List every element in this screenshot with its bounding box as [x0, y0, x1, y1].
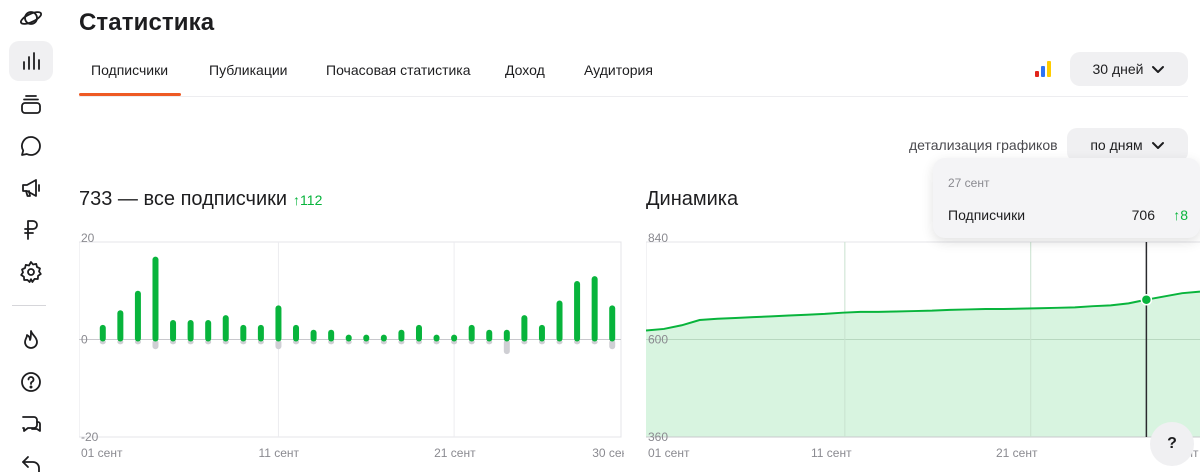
bar-subscribed: [468, 324, 475, 342]
chevron-down-icon: [1151, 142, 1164, 149]
stats-icon: [23, 52, 40, 70]
chevron-down-icon: [1152, 66, 1165, 73]
sidebar-item-planet[interactable]: [9, 0, 53, 38]
sidebar-item-help[interactable]: [9, 362, 53, 402]
bar-subscribed: [451, 334, 458, 342]
sidebar-item-back[interactable]: [9, 444, 53, 472]
bar-subscribed: [117, 310, 124, 342]
tooltip-delta: ↑8: [1173, 207, 1188, 223]
tooltip-value: 706: [1131, 207, 1155, 223]
bar-subscribed: [538, 324, 545, 342]
gear-icon: [20, 261, 42, 283]
sidebar-item-stats[interactable]: [9, 41, 53, 81]
bar-subscribed: [415, 324, 422, 342]
ruble-icon: [24, 220, 38, 240]
fire-icon: [24, 330, 38, 349]
bar-subscribed: [591, 276, 598, 342]
sidebar-item-settings[interactable]: [9, 252, 53, 292]
bar-subscribed: [222, 315, 229, 342]
sidebar-item-chat[interactable]: [9, 404, 53, 444]
sidebar-item-comments[interactable]: [9, 126, 53, 166]
bar-subscribed: [293, 324, 300, 342]
tab-subscribers[interactable]: Подписчики: [91, 56, 168, 98]
x-tick-label: 21 сент: [996, 446, 1038, 460]
sidebar-item-promo[interactable]: [9, 168, 53, 208]
x-tick-label: 11 сент: [811, 446, 852, 460]
subscribers-delta: ↑112: [293, 192, 323, 208]
hover-point: [1140, 293, 1153, 306]
bar-subscribed: [433, 334, 440, 342]
help-icon: [21, 372, 41, 392]
bar-subscribed: [503, 329, 510, 342]
comment-icon: [21, 136, 41, 156]
bar-subscribed: [380, 334, 387, 342]
bar-unsubscribed: [503, 339, 510, 355]
bar-subscribed: [345, 334, 352, 342]
bar-subscribed: [170, 320, 177, 342]
bar-subscribed: [257, 324, 264, 342]
tabs-divider: [79, 96, 1188, 97]
megaphone-icon: [22, 179, 40, 197]
tooltip-label: Подписчики: [948, 207, 1026, 223]
bar-subscribed: [486, 329, 493, 342]
tab-audience[interactable]: Аудитория: [584, 56, 653, 98]
bar-subscribed: [574, 281, 581, 342]
y-tick-label: 0: [81, 333, 88, 347]
stack-icon: [21, 95, 41, 114]
bar-subscribed: [521, 315, 528, 342]
planet-icon: [19, 11, 43, 25]
bar-subscribed: [152, 256, 159, 342]
period-select[interactable]: 30 дней: [1070, 52, 1188, 86]
page-title: Статистика: [79, 9, 215, 36]
dynamics-area-chart[interactable]: 84060036001 сент11 сент21 сент30 сент: [646, 230, 1200, 465]
back-icon: [22, 456, 40, 472]
sidebar-item-trending[interactable]: [9, 320, 53, 360]
bar-subscribed: [609, 305, 616, 342]
help-button[interactable]: ?: [1150, 422, 1194, 466]
dynamics-title: Динамика: [646, 188, 739, 210]
x-tick-label: 01 сент: [81, 446, 123, 460]
tab-income[interactable]: Доход: [505, 56, 545, 98]
bar-subscribed: [363, 334, 370, 342]
bar-subscribed: [205, 320, 212, 342]
detail-select-label: по дням: [1090, 137, 1143, 153]
tab-hourly-stats[interactable]: Почасовая статистика: [326, 56, 471, 98]
bar-subscribed: [134, 290, 141, 342]
sidebar: [0, 0, 62, 472]
area-fill: [646, 291, 1200, 437]
period-select-label: 30 дней: [1092, 61, 1144, 77]
bar-subscribed: [556, 300, 563, 342]
bar-subscribed: [310, 329, 317, 342]
subscribers-total-title: 733 — все подписчики ↑112: [79, 188, 322, 211]
bar-subscribed: [99, 324, 106, 342]
sidebar-item-content[interactable]: [9, 84, 53, 124]
subscribers-bar-chart[interactable]: 20 0 -20 01 сент 11 сент 21 сент 30 сент: [79, 230, 624, 465]
bar-subscribed: [275, 305, 282, 342]
subscribers-total: 733 — все подписчики: [79, 188, 288, 210]
detail-label: детализация графиков: [909, 137, 1058, 153]
detail-select[interactable]: по дням: [1067, 128, 1188, 162]
chat-icon: [22, 416, 41, 432]
chart-tooltip: 27 сент Подписчики 706 ↑8: [933, 158, 1200, 238]
y-tick-label: 360: [648, 430, 668, 444]
y-tick-label: -20: [81, 430, 99, 444]
bar-subscribed: [328, 329, 335, 342]
tab-publications[interactable]: Публикации: [209, 56, 287, 98]
bar-subscribed: [398, 329, 405, 342]
sidebar-divider: [12, 305, 46, 306]
x-tick-label: 21 сент: [434, 446, 476, 460]
sidebar-item-monetization[interactable]: [9, 210, 53, 250]
bar-subscribed: [240, 324, 247, 342]
y-tick-label: 20: [81, 231, 95, 245]
y-tick-label: 840: [648, 231, 668, 245]
metrica-logo-icon: [1035, 61, 1053, 77]
bar-subscribed: [187, 320, 194, 342]
x-tick-label: 30 сент: [592, 446, 624, 460]
x-tick-label: 11 сент: [258, 446, 299, 460]
tooltip-date: 27 сент: [948, 176, 990, 190]
y-tick-label: 600: [648, 333, 668, 347]
x-tick-label: 01 сент: [648, 446, 690, 460]
